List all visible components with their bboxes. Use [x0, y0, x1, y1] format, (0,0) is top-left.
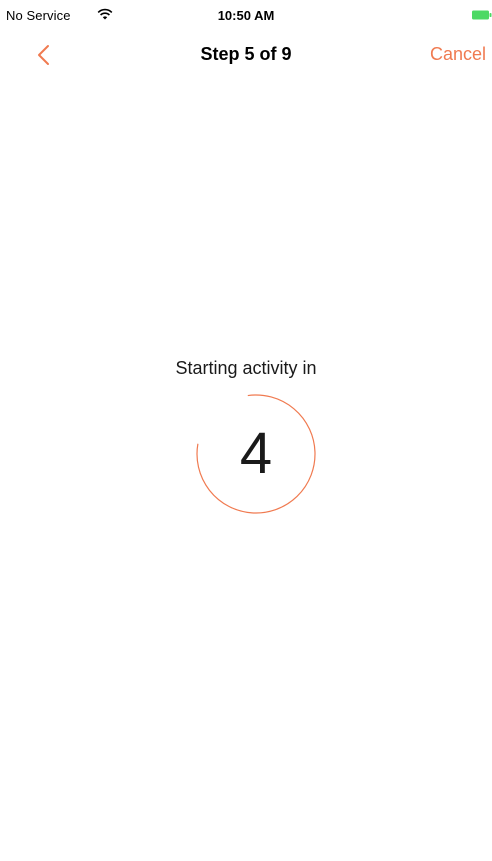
status-bar: No Service 10:50 AM [0, 0, 492, 30]
status-time: 10:50 AM [217, 8, 275, 23]
page-title: Step 5 of 9 [200, 44, 292, 64]
countdown-label: Starting activity in [175, 358, 317, 378]
nav-bar: Step 5 of 9 Cancel [0, 30, 492, 80]
cancel-button[interactable]: Cancel [430, 44, 486, 65]
screen: No Service 10:50 AM Step 5 of 9 Cancel S… [0, 0, 492, 861]
battery-icon [472, 10, 492, 20]
countdown-number: 4 [239, 421, 273, 486]
